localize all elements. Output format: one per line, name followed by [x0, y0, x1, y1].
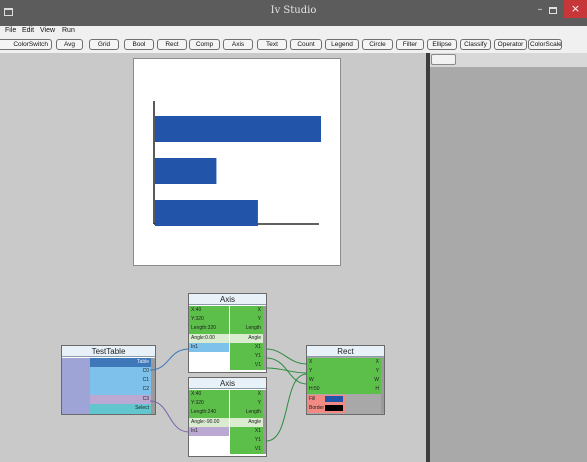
port-y1[interactable]: Y1 [230, 436, 263, 445]
field-angle[interactable]: Angle:-90.00 [189, 418, 229, 427]
port-v1[interactable]: V1 [230, 445, 263, 454]
menu-run[interactable]: Run [62, 27, 75, 34]
port-c2[interactable]: C2 [90, 385, 151, 395]
field-y[interactable]: Y:320 [189, 315, 229, 324]
output-y[interactable]: Y [230, 315, 263, 324]
input-h[interactable]: H:50 [307, 385, 345, 394]
node-scrollbar[interactable] [151, 358, 155, 414]
bool-button[interactable]: Bool [124, 39, 154, 50]
count-button[interactable]: Count [290, 39, 322, 50]
node-scrollbar[interactable] [381, 358, 384, 413]
border-label: Border [309, 405, 325, 411]
filter-button[interactable]: Filter [396, 39, 424, 50]
avg-button[interactable]: Avg [56, 39, 83, 50]
field-y[interactable]: Y:320 [189, 399, 229, 408]
output-h[interactable]: H [345, 385, 381, 394]
legend-button[interactable]: Legend [325, 39, 359, 50]
title-bar[interactable]: Iv Studio – × [0, 0, 587, 26]
input-y[interactable]: Y [307, 367, 345, 376]
node-title[interactable]: TestTable [62, 346, 155, 357]
chart-bar-3 [155, 200, 258, 226]
node-scrollbar[interactable] [263, 306, 266, 370]
port-y1[interactable]: Y1 [230, 352, 263, 361]
port-x1[interactable]: X1 [230, 427, 263, 436]
maximize-icon[interactable] [549, 7, 557, 14]
border-color-swatch[interactable] [325, 405, 343, 411]
properties-panel [430, 53, 587, 462]
node-title[interactable]: Rect [307, 346, 384, 357]
properties-tab[interactable] [431, 54, 456, 65]
menu-file[interactable]: File [5, 27, 16, 34]
port-table[interactable]: Table [90, 358, 151, 367]
output-length[interactable]: Length [230, 408, 263, 418]
app-window: Iv Studio – × File Edit View Run ColorSw… [0, 0, 587, 462]
output-w[interactable]: W [345, 376, 381, 385]
left-gutter [0, 53, 16, 462]
input-in1[interactable]: In1 [189, 343, 229, 352]
field-x[interactable]: X:40 [189, 306, 229, 315]
rect-node[interactable]: Rect X Y W H:50 X Y W H Fill Border [306, 345, 385, 415]
output-length[interactable]: Length [230, 324, 263, 334]
fill-row[interactable]: Fill [307, 395, 345, 404]
chart-bar-2 [155, 158, 217, 184]
classify-button[interactable]: Classify [460, 39, 491, 50]
minimize-icon[interactable]: – [533, 4, 547, 15]
window-title: Iv Studio [270, 5, 317, 16]
port-v1[interactable]: V1 [230, 361, 263, 370]
text-button[interactable]: Text [257, 39, 287, 50]
output-x[interactable]: X [230, 390, 263, 399]
menu-view[interactable]: View [40, 27, 55, 34]
field-x[interactable]: X:40 [189, 390, 229, 399]
field-length[interactable]: Length:320 [189, 324, 229, 334]
fill-color-swatch[interactable] [325, 396, 343, 402]
ellipse-button[interactable]: Ellipse [427, 39, 457, 50]
menu-bar: File Edit View Run [0, 26, 587, 37]
comp-button[interactable]: Comp [189, 39, 220, 50]
testtable-node[interactable]: TestTable Table C0 C1 C2 C3 Select [61, 345, 156, 415]
grid-button[interactable]: Grid [89, 39, 119, 50]
port-select[interactable]: Select [90, 404, 151, 414]
port-c1[interactable]: C1 [90, 376, 151, 385]
colorswitch-button[interactable]: ColorSwitch [0, 39, 52, 50]
colorscale-button[interactable]: ColorScale [528, 39, 562, 50]
output-angle[interactable]: Angle [230, 418, 263, 427]
output-x[interactable]: X [345, 358, 381, 367]
port-c3[interactable]: C3 [90, 395, 151, 404]
output-x[interactable]: X [230, 306, 263, 315]
field-length[interactable]: Length:240 [189, 408, 229, 418]
port-c0[interactable]: C0 [90, 367, 151, 376]
input-w[interactable]: W [307, 376, 345, 385]
table-body [62, 358, 90, 414]
fill-label: Fill [309, 396, 316, 402]
port-x1[interactable]: X1 [230, 343, 263, 352]
axis-button[interactable]: Axis [223, 39, 253, 50]
axis-node-2[interactable]: Axis X:40 Y:320 Length:240 Angle:-90.00 … [188, 377, 267, 457]
output-y[interactable]: Y [345, 367, 381, 376]
node-scrollbar[interactable] [263, 390, 266, 454]
close-icon[interactable]: × [564, 0, 587, 18]
rect-button[interactable]: Rect [157, 39, 187, 50]
axis-node-1[interactable]: Axis X:40 Y:320 Length:320 Angle:0.00 X … [188, 293, 267, 373]
output-angle[interactable]: Angle [230, 334, 263, 343]
chart-bar-1 [155, 116, 321, 142]
node-title[interactable]: Axis [189, 294, 266, 305]
input-x[interactable]: X [307, 358, 345, 367]
border-row[interactable]: Border [307, 404, 345, 413]
operator-button[interactable]: Operator [494, 39, 527, 50]
circle-button[interactable]: Circle [362, 39, 393, 50]
toolbar: ColorSwitch Avg Grid Bool Rect Comp Axis… [0, 37, 587, 53]
node-title[interactable]: Axis [189, 378, 266, 389]
field-angle[interactable]: Angle:0.00 [189, 334, 229, 343]
input-in1[interactable]: In1 [189, 427, 229, 436]
bar-chart [153, 101, 321, 226]
chart-preview [133, 58, 341, 266]
output-y[interactable]: Y [230, 399, 263, 408]
menu-edit[interactable]: Edit [22, 27, 34, 34]
